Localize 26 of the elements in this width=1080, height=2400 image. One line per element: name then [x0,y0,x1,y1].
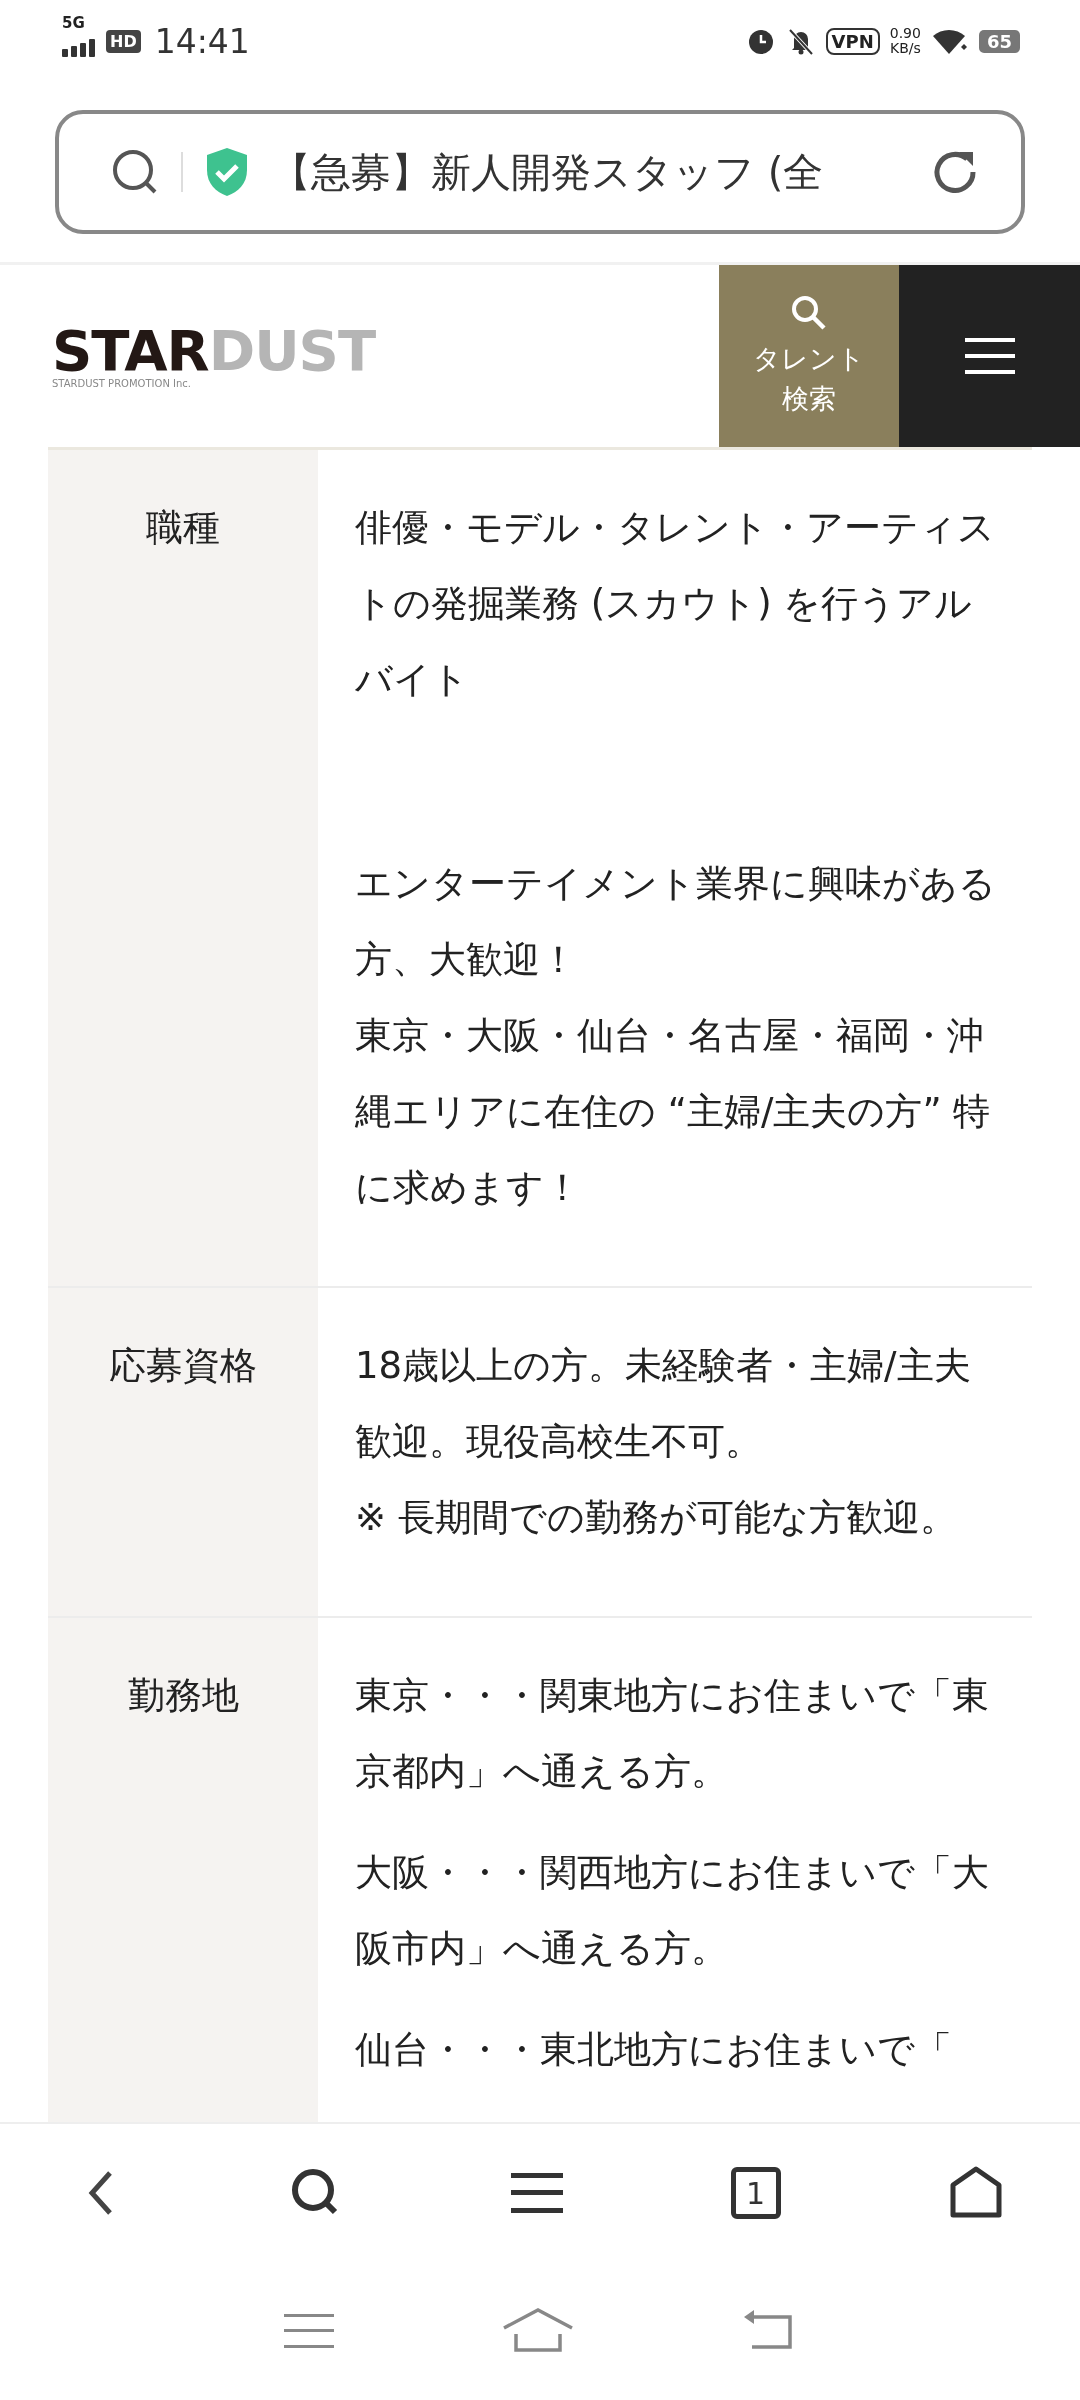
detail-text: 東京・・・関東地方にお住まいで「東京都内」へ通える方。 [355,1673,990,1795]
detail-text: 18歳以上の方。未経験者・主婦/主夫歓迎。現役高校生不可。 [355,1343,972,1465]
detail-text: 東京・大阪・仙台・名古屋・福岡・沖縄エリアに在住の “主婦/主夫の方” 特に求めます！ [355,1013,992,1211]
speed-value: 0.90 [889,26,921,41]
detail-text: 仙台・・・東北地方にお住まいで「 [355,2027,953,2073]
site-logo[interactable]: STARDUST STARDUST PROMOTION Inc. [0,265,719,447]
signal-icon [62,37,96,57]
status-time: 14:41 [154,21,250,61]
detail-text: ※ 長期間での勤務が可能な方歓迎。 [355,1495,958,1541]
talent-search-button[interactable]: タレント検索 [719,265,899,447]
row-label: 勤務地 [127,1673,239,1719]
battery-icon: 65 [978,29,1020,53]
detail-text: 俳優・モデル・タレント・アーティストの発掘業務 (スカウト) を行うアルバイト [355,505,996,703]
vpn-badge: VPN [825,27,880,55]
speed-unit: KB/s [889,41,921,56]
home-icon[interactable] [948,2165,1004,2221]
address-bar[interactable]: 【急募】新人開発スタッフ (全 [55,110,1025,234]
detail-text: 大阪・・・関西地方にお住まいで「大阪市内」へ通える方。 [355,1850,990,1972]
page-title: 【急募】新人開発スタッフ (全 [271,147,825,197]
menu-icon [964,336,1015,376]
row-label: 応募資格 [109,1343,257,1389]
detail-text: エンターテイメント業界に興味がある方、大歓迎！ [355,861,997,983]
tab-count-button[interactable]: 1 [730,2167,781,2219]
hd-badge: HD [106,29,141,53]
network-label: 5G [62,13,85,32]
row-label: 職種 [146,505,220,551]
